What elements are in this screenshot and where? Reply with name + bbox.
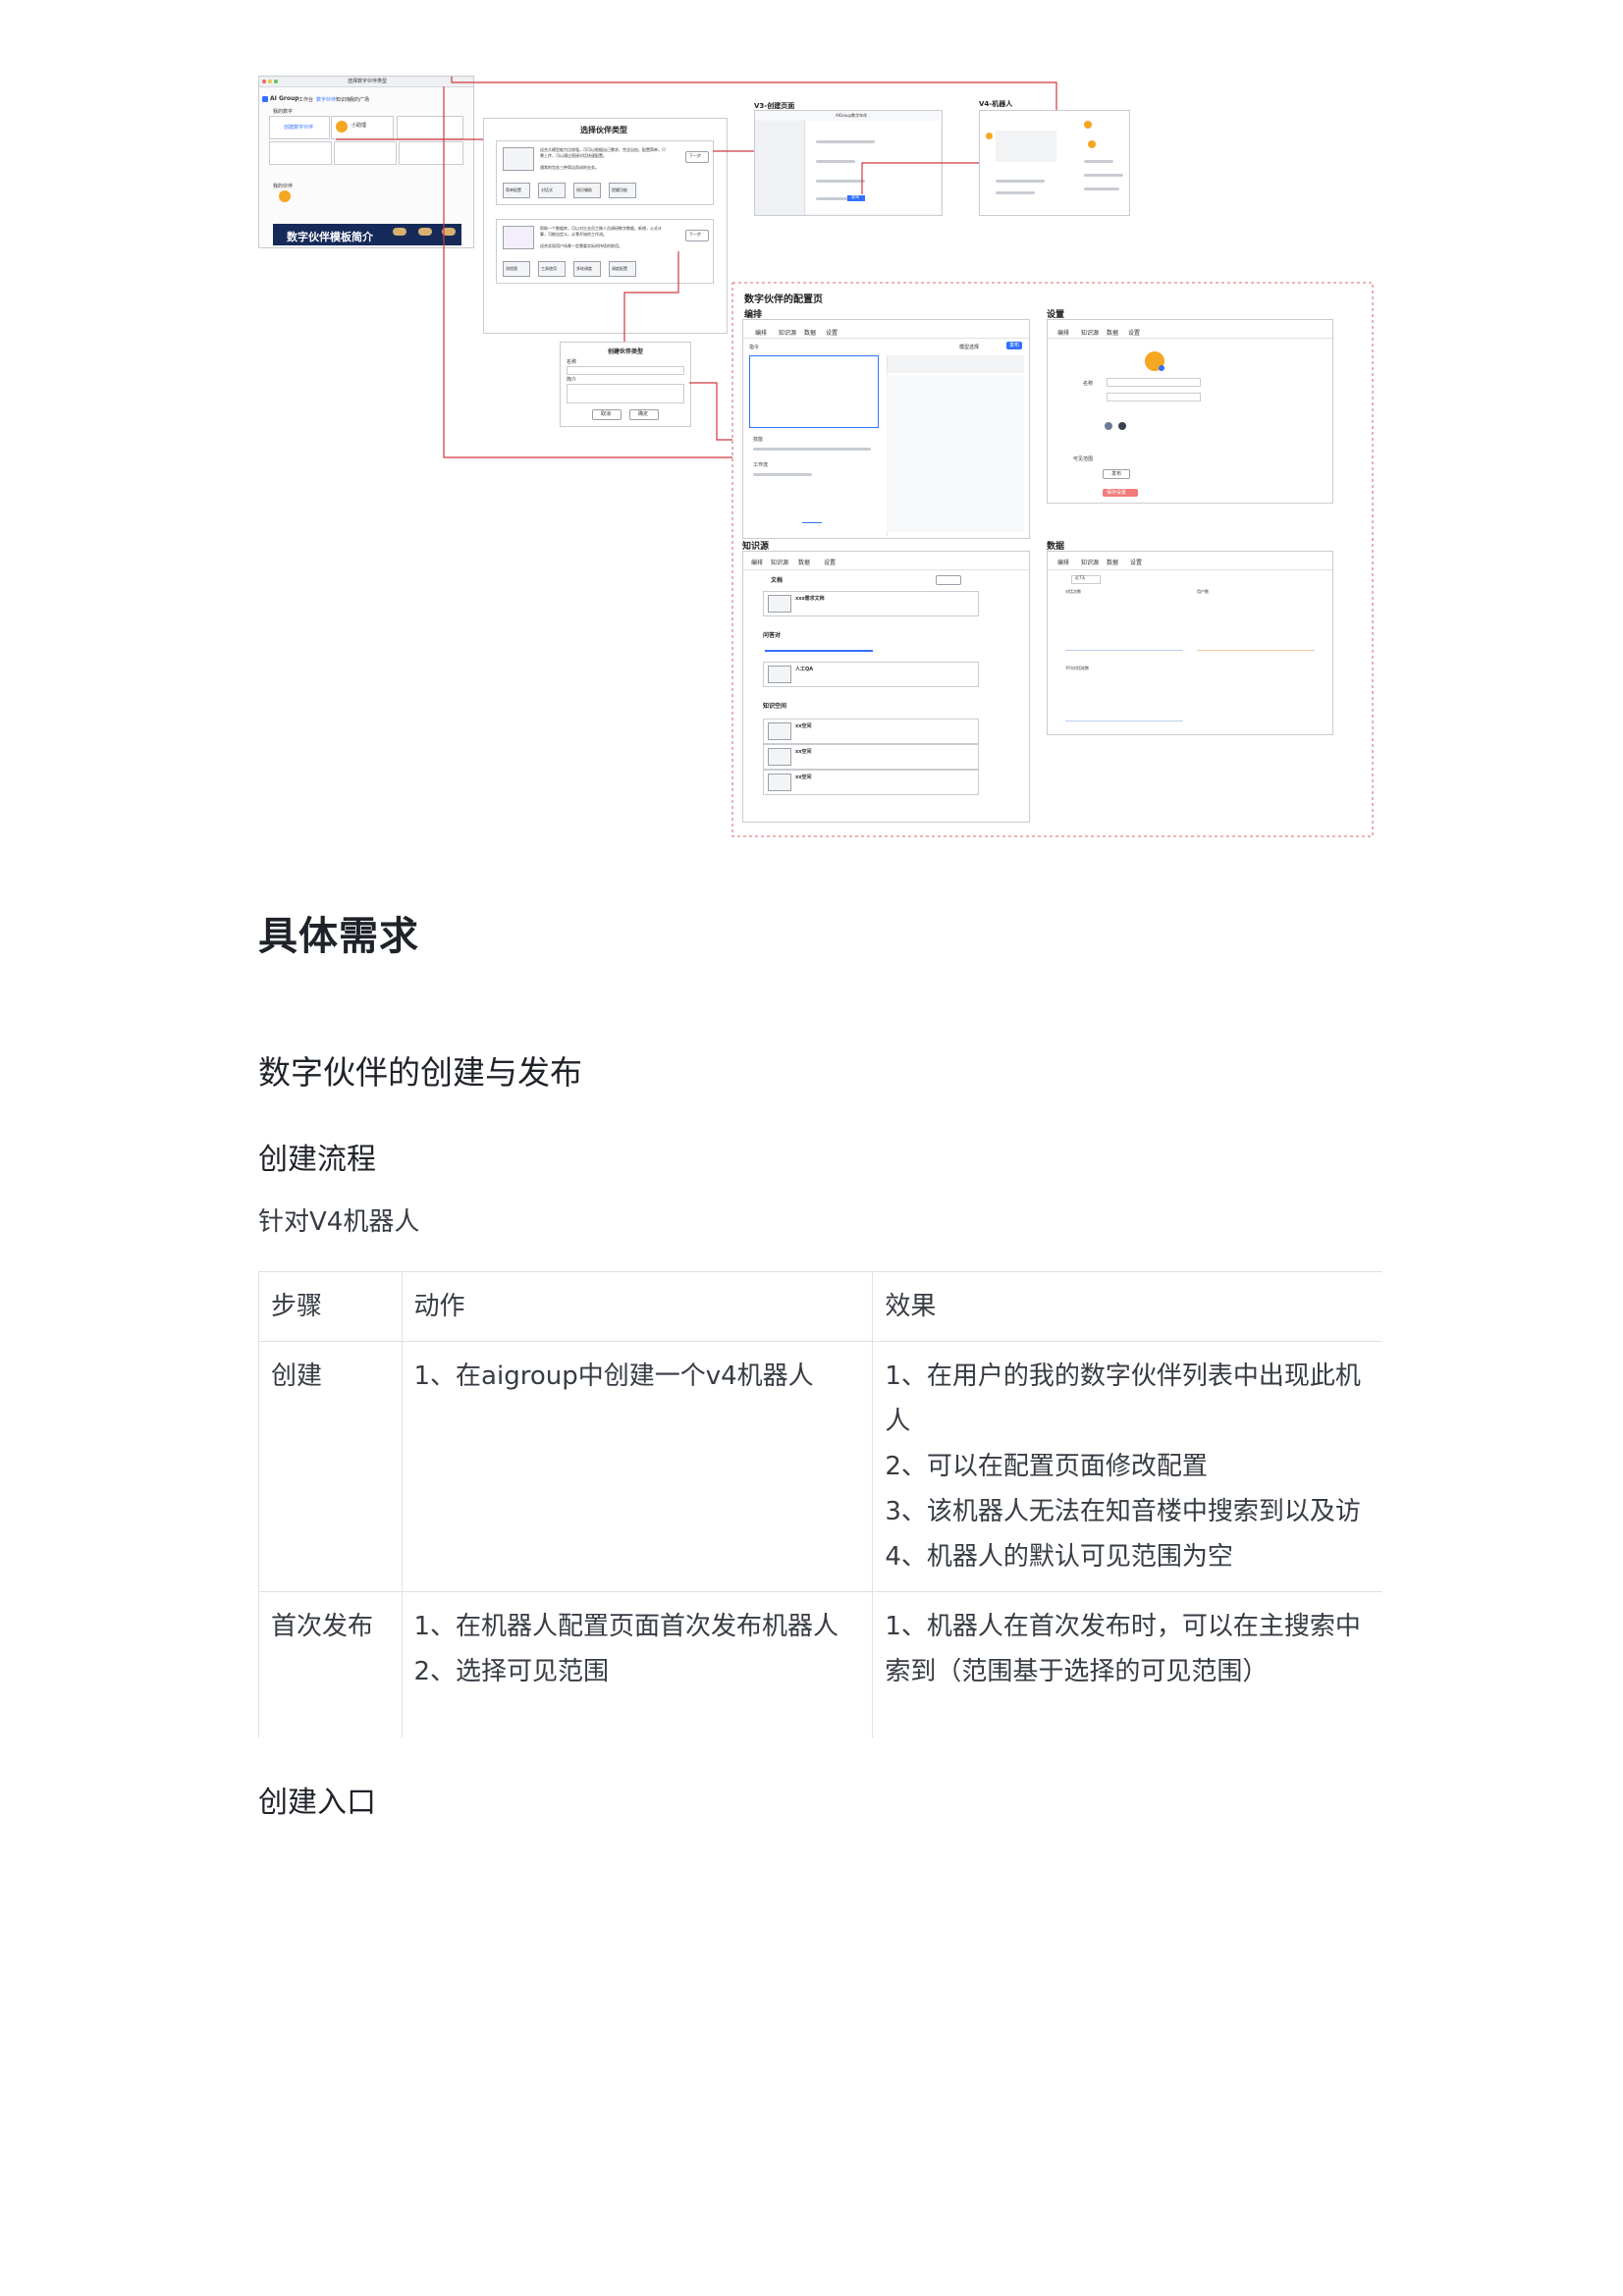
tab-knowledge[interactable]: 知识源 [1081,328,1099,337]
tab-settings[interactable]: 设置 [1130,558,1142,566]
table-header-cell: 动作 [401,1271,874,1342]
effect-line: 1、在用户的我的数字伙伴列表中出现此机人 [885,1362,1361,1436]
avatar [1105,422,1112,430]
table-row: 创建 1、在aigroup中创建一个v4机器人 1、在用户的我的数字伙伴列表中出… [258,1341,1382,1592]
visible-label: 可见范围 [1073,456,1094,462]
effect-line: 1、机器人在首次发布时，可以在主搜索中索到（范围基于选择的可见范围） [885,1612,1361,1686]
chart-label-3: 平均对话轮数 [1065,666,1089,670]
chart-label-1: 对话次数 [1065,589,1081,594]
skill-label: 技能 [753,437,764,443]
tab-data[interactable]: 数据 [798,558,810,566]
subsection-title: 数字伙伴的创建与发布 [258,1053,582,1092]
data-pane: 编排 知识源 数据 设置 近7天 对话次数 用户数 平均对话轮数 [1047,551,1333,735]
kb-label: 知识空间 [763,703,787,710]
config-title: 数字伙伴的配置页 [744,294,823,305]
kb-item[interactable]: xx空间 [763,744,979,770]
doc-label: 文档 [771,577,784,584]
entry-title: 创建入口 [258,1786,376,1820]
table-row: 首次发布 1、在机器人配置页面首次发布机器人 2、选择可见范围 1、机器人在首次… [258,1591,1382,1737]
tab-data[interactable]: 数据 [1107,558,1118,566]
requirements-table-viewport: 步骤 动作 效果 创建 1、在aigroup中创建一个v4机器人 1、在用户的我… [258,1266,1382,1737]
kb-item-name: xx空间 [795,723,812,729]
flow-intro: 针对V4机器人 [258,1207,420,1237]
plugin-label: 工作流 [753,462,769,468]
date-selector[interactable]: 近7天 [1071,575,1101,584]
table-cell-step: 创建 [258,1341,403,1592]
knowledge-pane: 编排 知识源 数据 设置 文档 xxx需求文档 问答对 人工QA 知识空间 xx… [742,551,1030,823]
publish-button[interactable]: 发布 [1006,342,1022,349]
avatar-edit-badge[interactable] [1159,365,1164,371]
connector-create-to-config [689,382,732,441]
doc-item[interactable]: xxx需求文档 [763,591,979,616]
qa-item[interactable]: 人工QA [763,662,979,687]
connector-select-to-create [623,251,679,342]
tab-settings[interactable]: 设置 [824,558,836,566]
table-cell-effects: 1、机器人在首次发布时，可以在主搜索中索到（范围基于选择的可见范围） [872,1591,1382,1737]
tab-settings[interactable]: 设置 [826,328,838,337]
tab-knowledge[interactable]: 知识源 [771,558,788,566]
tab-edit[interactable]: 编排 [751,558,763,566]
chart-label-2: 用户数 [1197,589,1209,594]
table-cell-effects: 1、在用户的我的数字伙伴列表中出现此机人 2、可以在配置页面修改配置 3、该机器… [872,1341,1382,1592]
edit-pane: 编排 知识源 数据 设置 指令 模型选择 发布 技能 工作流 [742,319,1030,539]
effect-line: 4、机器人的默认可见范围为空 [885,1542,1233,1572]
action-line: 1、在机器人配置页面首次发布机器人 [413,1612,839,1641]
table-header-cell: 步骤 [258,1271,403,1342]
tab-data[interactable]: 数据 [804,328,816,337]
tab-knowledge[interactable]: 知识源 [1081,558,1099,566]
connector-v3-to-v4 [861,162,979,194]
qa-label: 问答对 [763,632,782,639]
model-label: 模型选择 [959,345,980,350]
avatar [1118,422,1126,430]
kb-item-name: xx空间 [795,774,812,780]
table-cell-actions: 1、在aigroup中创建一个v4机器人 [401,1341,874,1592]
prompt-editor[interactable] [749,355,879,428]
table-cell-step: 首次发布 [258,1591,403,1737]
flow-title: 创建流程 [258,1143,376,1177]
tab-edit[interactable]: 编排 [755,328,767,337]
kb-item[interactable]: xx空间 [763,719,979,744]
action-line: 1、在aigroup中创建一个v4机器人 [413,1362,814,1391]
settings-publish-button[interactable]: 发布 [1103,469,1130,479]
settings-name-label: 名称 [1083,381,1094,387]
tab-edit[interactable]: 编排 [1057,328,1069,337]
settings-name-input[interactable] [1107,378,1201,387]
table-header-row: 步骤 动作 效果 [258,1271,1382,1342]
effect-line: 3、该机器人无法在知音楼中搜索到以及访 [885,1497,1361,1526]
settings-pane: 编排 知识源 数据 设置 名称 可见范围 发布 保存设置 [1047,319,1333,504]
requirements-table: 步骤 动作 效果 创建 1、在aigroup中创建一个v4机器人 1、在用户的我… [258,1271,1382,1737]
kb-item-name: xx空间 [795,749,812,755]
tab-edit[interactable]: 编排 [1057,558,1069,566]
qa-name: 人工QA [795,667,814,672]
kb-item[interactable]: xx空间 [763,770,979,795]
prompt-label: 指令 [749,345,760,350]
tab-settings[interactable]: 设置 [1128,328,1140,337]
save-settings-button[interactable]: 保存设置 [1103,489,1138,497]
effect-line: 2、可以在配置页面修改配置 [885,1452,1208,1481]
table-cell-actions: 1、在机器人配置页面首次发布机器人 2、选择可见范围 [401,1591,874,1737]
tab-knowledge[interactable]: 知识源 [779,328,796,337]
section-title: 具体需求 [258,914,419,959]
tab-data[interactable]: 数据 [1107,328,1118,337]
action-line: 2、选择可见范围 [413,1657,610,1686]
table-header-cell: 效果 [872,1271,1382,1342]
doc-file-name: xxx需求文档 [795,596,825,602]
connector-app-to-v4 [451,77,1057,110]
connector-app-to-config [443,86,732,458]
